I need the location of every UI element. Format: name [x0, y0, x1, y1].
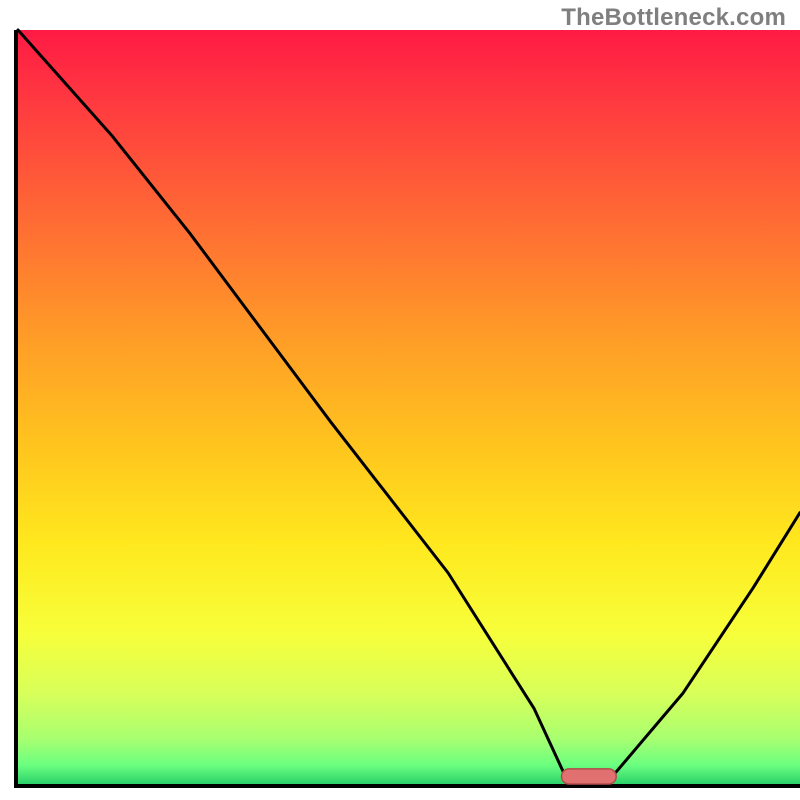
bottleneck-chart: [0, 0, 800, 800]
left-border: [14, 30, 18, 788]
minimum-marker: [561, 769, 616, 784]
bottom-border: [14, 784, 800, 788]
chart-stage: TheBottleneck.com: [0, 0, 800, 800]
gradient-background: [18, 30, 800, 784]
